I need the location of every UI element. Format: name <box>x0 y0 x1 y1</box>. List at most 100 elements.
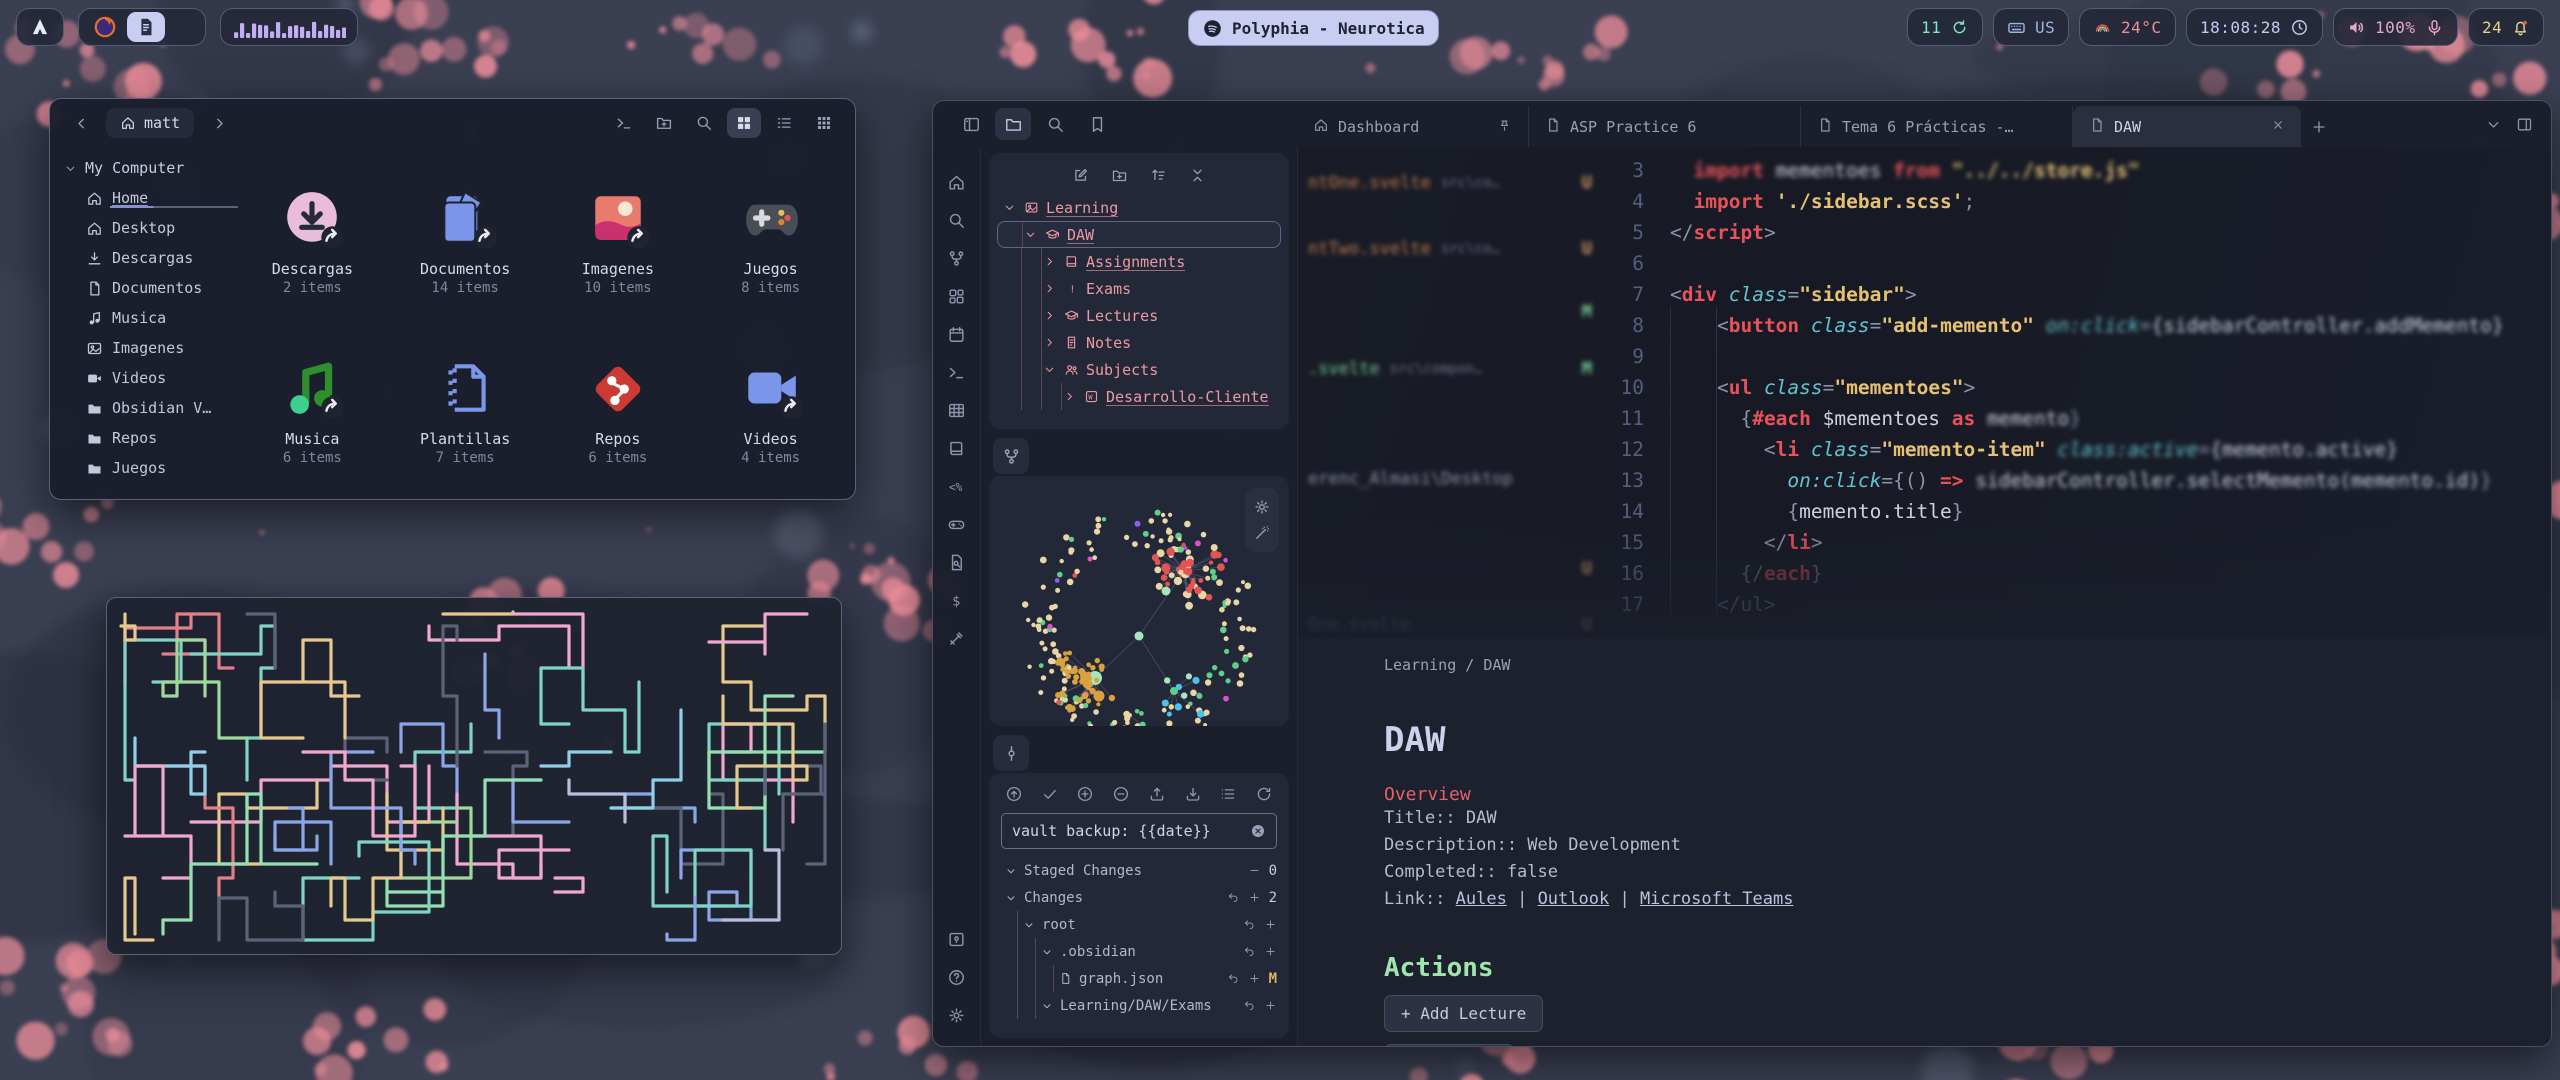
ribbon-gamepad-button[interactable] <box>947 505 966 543</box>
sidebar-item-musica[interactable]: Musica <box>64 303 232 333</box>
ribbon-vault-button[interactable] <box>947 920 966 958</box>
notes-app-icon[interactable] <box>127 12 165 42</box>
git-undo-action[interactable] <box>1227 891 1240 904</box>
widget-notifications[interactable]: 24 <box>2468 8 2544 46</box>
folder-descargas[interactable]: Descargas2 items <box>236 157 389 327</box>
git-list2-button[interactable] <box>1219 785 1237 803</box>
search-button[interactable] <box>1037 108 1073 140</box>
tree-item-notes[interactable]: Notes <box>997 329 1281 356</box>
folder-videos[interactable]: Videos4 items <box>694 327 847 497</box>
git-upload-button[interactable] <box>1148 785 1166 803</box>
graph-canvas[interactable] <box>989 476 1289 726</box>
git-row-staged-changes[interactable]: Staged Changes0 <box>1001 857 1277 884</box>
commit-message-input[interactable]: vault backup: {{date}} <box>1001 813 1277 849</box>
ribbon-help-button[interactable] <box>947 958 966 996</box>
sidebar-section-my-computer[interactable]: My Computer <box>64 159 232 177</box>
button--add-lecture[interactable]: + Add Lecture <box>1384 995 1543 1032</box>
git-undo-action[interactable] <box>1227 972 1240 985</box>
list-view-button[interactable] <box>767 108 801 138</box>
git-undo-action[interactable] <box>1243 945 1256 958</box>
terminal-view-button[interactable] <box>607 108 641 138</box>
ribbon-table-button[interactable] <box>947 391 966 429</box>
sidebar-item-descargas[interactable]: Descargas <box>64 243 232 273</box>
ribbon-book-button[interactable] <box>947 429 966 467</box>
ribbon-calendar-button[interactable] <box>947 315 966 353</box>
folder-plus-view-button[interactable] <box>647 108 681 138</box>
sidebar-item-repos[interactable]: Repos <box>64 423 232 453</box>
ribbon-code-button[interactable]: <% <box>947 467 966 505</box>
tree-item-exams[interactable]: !Exams <box>997 275 1281 302</box>
ribbon-layout-button[interactable] <box>947 277 966 315</box>
git-plus-circle-button[interactable] <box>1076 785 1094 803</box>
tree-item-assignments[interactable]: Assignments <box>997 248 1281 275</box>
git-refresh-button[interactable] <box>1255 785 1273 803</box>
sidebar-item-imagenes[interactable]: Imagenes <box>64 333 232 363</box>
ribbon-gear-button[interactable] <box>947 996 966 1034</box>
git-row-learning-daw-exams[interactable]: Learning/DAW/Exams <box>1001 992 1277 1019</box>
folder-plantillas[interactable]: Plantillas7 items <box>389 327 542 497</box>
ribbon-home-button[interactable] <box>947 163 966 201</box>
git-check-button[interactable] <box>1041 785 1059 803</box>
link-aules[interactable]: Aules <box>1456 889 1507 909</box>
sidebar-item-juegos[interactable]: Juegos <box>64 453 232 483</box>
compact-view-button[interactable] <box>807 108 841 138</box>
git-up-circle-button[interactable] <box>1005 785 1023 803</box>
git-plus-action[interactable] <box>1264 918 1277 931</box>
git-plus-action[interactable] <box>1248 891 1261 904</box>
tree-item-lectures[interactable]: Lectures <box>997 302 1281 329</box>
explorer-collapse-button[interactable] <box>1189 167 1206 184</box>
git-row--obsidian[interactable]: .obsidian <box>1001 938 1277 965</box>
git-undo-action[interactable] <box>1243 999 1256 1012</box>
git-row-changes[interactable]: Changes2 <box>1001 884 1277 911</box>
tree-item-subjects[interactable]: Subjects <box>997 356 1281 383</box>
git-row-root[interactable]: root <box>1001 911 1277 938</box>
git-minus-action[interactable] <box>1248 864 1261 877</box>
git-plus-action[interactable] <box>1264 945 1277 958</box>
tree-item-daw[interactable]: DAW <box>997 221 1281 248</box>
ribbon-tools-button[interactable] <box>947 619 966 657</box>
git-row-graph-json[interactable]: graph.jsonM <box>1001 965 1277 992</box>
tab-daw[interactable]: DAW <box>2073 106 2301 147</box>
git-minus-circle-button[interactable] <box>1112 785 1130 803</box>
widget-keyboard-layout[interactable]: US <box>1993 8 2069 46</box>
grid-view-button[interactable] <box>727 108 761 138</box>
git-download2-button[interactable] <box>1184 785 1202 803</box>
sidebar-item-obsidian-v-[interactable]: Obsidian V… <box>64 393 232 423</box>
graph-wand-button[interactable] <box>1253 524 1271 542</box>
folder-juegos[interactable]: Juegos8 items <box>694 157 847 327</box>
widget-updates[interactable]: 11 <box>1907 8 1983 46</box>
launcher-button[interactable] <box>16 8 64 46</box>
ribbon-search-button[interactable] <box>947 201 966 239</box>
folder-musica[interactable]: Musica6 items <box>236 327 389 497</box>
firefox-icon[interactable] <box>92 14 118 40</box>
close-tab[interactable] <box>2271 118 2285 136</box>
folder-repos[interactable]: Repos6 items <box>542 327 695 497</box>
git-view-tab[interactable] <box>993 735 1029 771</box>
split-button[interactable] <box>2516 116 2533 133</box>
sidebar-item-home[interactable]: Home <box>64 183 232 213</box>
panel-button[interactable] <box>953 108 989 140</box>
widget-volume[interactable]: 100% <box>2333 8 2458 46</box>
explorer-edit-button[interactable] <box>1072 167 1089 184</box>
bookmark-button[interactable] <box>1079 108 1115 140</box>
tab-tema-6-pr-cticas-[interactable]: Tema 6 Prácticas -… <box>1801 106 2073 147</box>
sidebar-item-desktop[interactable]: Desktop <box>64 213 232 243</box>
sidebar-item-documentos[interactable]: Documentos <box>64 273 232 303</box>
explorer-folder-plus-button[interactable] <box>1111 167 1128 184</box>
git-plus-action[interactable] <box>1248 972 1261 985</box>
forward-button[interactable] <box>202 108 236 138</box>
sidebar-item-videos[interactable]: Videos <box>64 363 232 393</box>
widget-weather[interactable]: 24°C <box>2079 8 2176 46</box>
widget-clock[interactable]: 18:08:28 <box>2186 8 2323 46</box>
ribbon-terminal-button[interactable] <box>947 353 966 391</box>
folder-imagenes[interactable]: Imagenes10 items <box>542 157 695 327</box>
git-undo-action[interactable] <box>1243 918 1256 931</box>
link-outlook[interactable]: Outlook <box>1538 889 1610 909</box>
breadcrumb[interactable]: matt <box>106 108 194 138</box>
ribbon-dollar-button[interactable]: $ <box>947 581 966 619</box>
folder-o-button[interactable] <box>995 108 1031 140</box>
tab-dashboard[interactable]: Dashboard <box>1297 106 1529 147</box>
chev-d-button[interactable] <box>2485 116 2502 133</box>
graph-gear-button[interactable] <box>1253 498 1271 516</box>
clear-message-icon[interactable] <box>1250 823 1266 839</box>
